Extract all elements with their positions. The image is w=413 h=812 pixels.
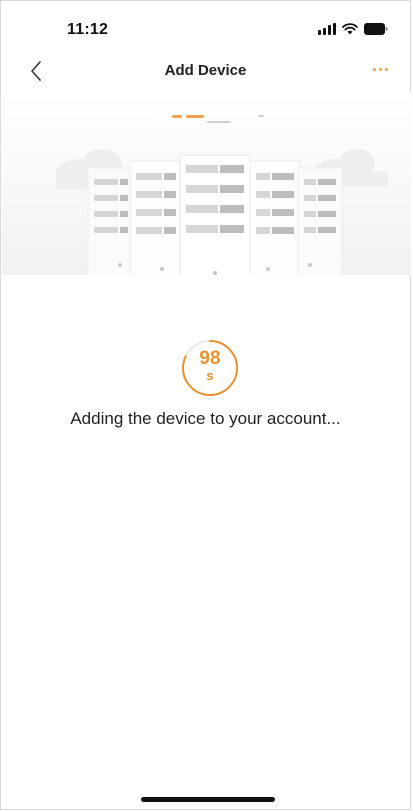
- status-time: 11:12: [67, 21, 109, 38]
- server-illustration: [2, 93, 411, 275]
- loading-dash-icon: [258, 115, 264, 117]
- signal-icon: [318, 23, 336, 35]
- status-icons: [318, 23, 388, 35]
- countdown-timer: 98 s: [181, 339, 239, 397]
- nav-bar: Add Device: [1, 49, 410, 93]
- loading-dash-icon: [186, 115, 204, 118]
- battery-icon: [364, 23, 388, 35]
- home-indicator[interactable]: [141, 797, 275, 802]
- wifi-icon: [342, 23, 358, 35]
- countdown-value: 98: [199, 348, 221, 369]
- adding-device-message: Adding the device to your account...: [70, 409, 341, 428]
- loading-dash-icon: [172, 115, 182, 118]
- phone-screen: 11:12 Add Device 98 s Adding the device …: [0, 0, 411, 810]
- page-title: Add Device: [164, 62, 247, 79]
- countdown-unit: s: [206, 368, 214, 383]
- loading-dash-icon: [207, 121, 231, 123]
- more-icon[interactable]: [366, 59, 394, 79]
- status-bar: 11:12: [1, 1, 410, 49]
